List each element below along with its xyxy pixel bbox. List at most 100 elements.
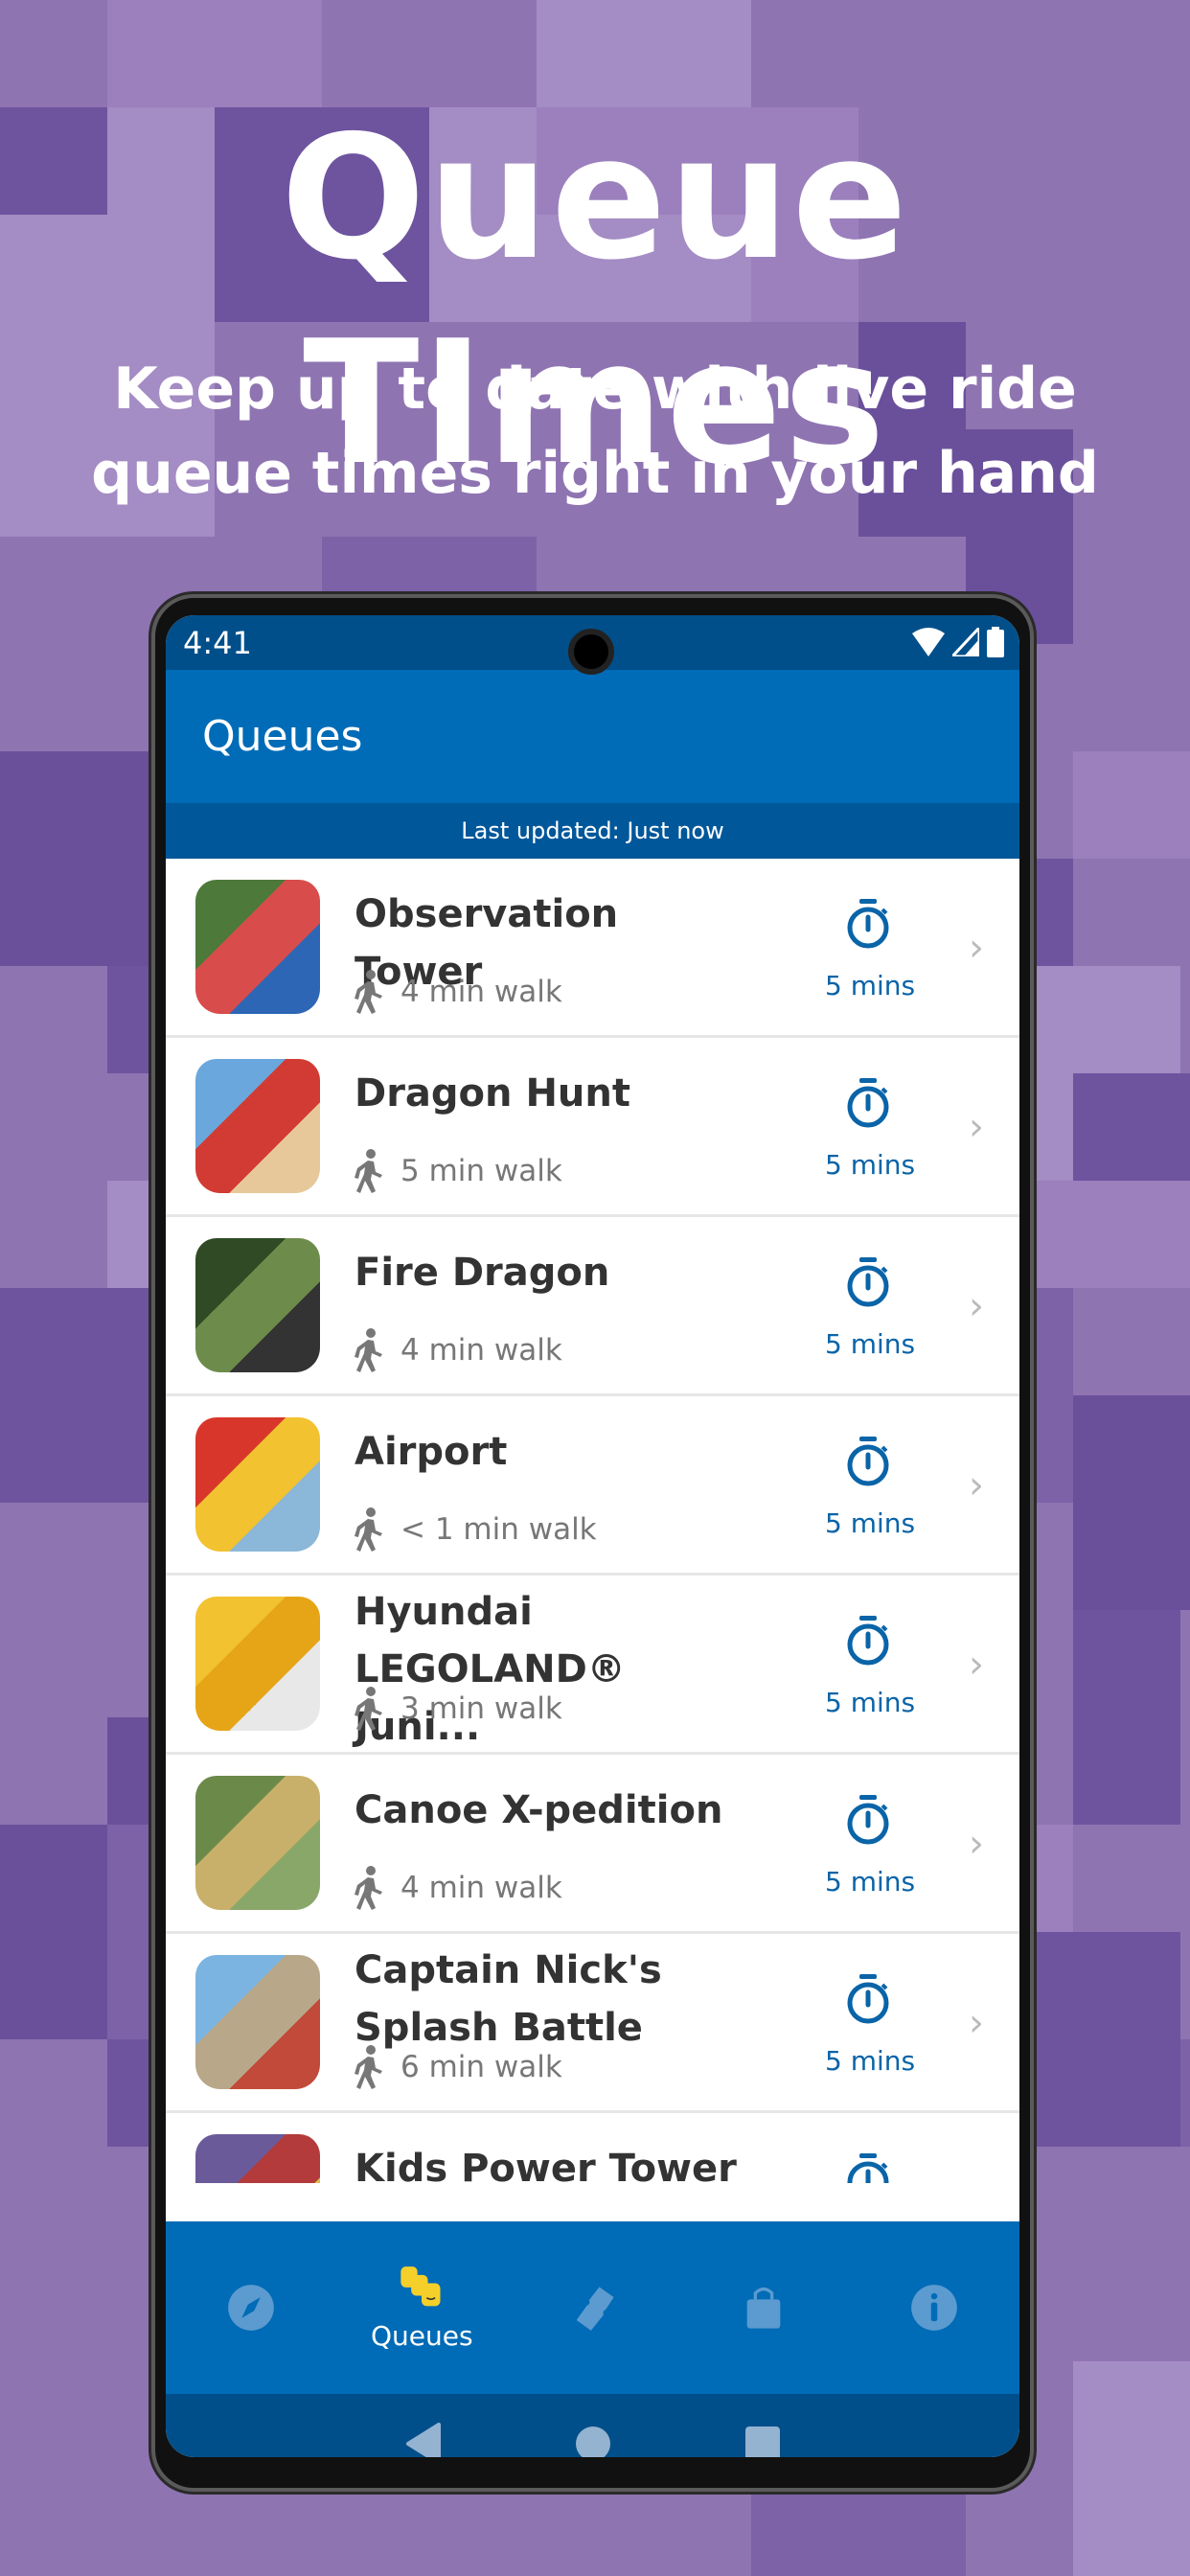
walking-person-icon [355,1866,382,1910]
phone-screen: 4:41 Queues Last updated: Just now Obser… [166,615,1019,2457]
ride-thumbnail [195,1059,320,1193]
wait-time-text: 5 mins [825,1687,916,1718]
nav-item-ticket[interactable] [507,2221,677,2394]
wait-time-text: 5 mins [825,1328,916,1360]
walking-person-icon [355,2045,382,2089]
ride-row[interactable]: Hyundai LEGOLAND® Juni... 3 min walk 5 m… [166,1576,1019,1755]
last-updated-banner: Last updated: Just now [166,803,1019,859]
walk-time-text: 4 min walk [400,1871,562,1905]
stopwatch-icon [847,2153,889,2183]
walk-time-text: 3 min walk [400,1691,562,1726]
wait-time: 5 mins [825,1616,916,1718]
ride-thumbnail [195,1238,320,1372]
background-block [1073,1395,1190,1610]
stopwatch-icon [847,1078,889,1128]
app-bar: Queues [166,670,1019,803]
ride-name: Dragon Hunt [355,1071,630,1116]
chevron-right-icon: › [969,1463,984,1507]
background-block [1073,1073,1190,1181]
stopwatch-icon [847,1795,889,1845]
walking-person-icon [355,1507,382,1552]
wait-time-text: 5 mins [825,1866,916,1898]
ride-thumbnail [195,1597,320,1731]
walk-time: 4 min walk [355,1328,562,1372]
ride-name: Captain Nick's Splash Battle [355,1948,662,2050]
system-navigation-bar [166,2394,1019,2457]
ride-thumbnail [195,1776,320,1910]
camera-cutout [568,629,614,675]
walk-time: 4 min walk [355,970,562,1014]
chevron-right-icon: › [969,1105,984,1149]
ride-row[interactable]: Canoe X-pedition 4 min walk 5 mins › [166,1755,1019,1934]
chevron-right-icon: › [969,1822,984,1866]
ride-row[interactable]: Fire Dragon 4 min walk 5 mins › [166,1217,1019,1396]
background-block [107,0,322,107]
lego-heads-icon [400,2266,441,2306]
hero-subtitle: Keep up to date with live ride queue tim… [0,347,1190,516]
wait-time-text: 5 mins [825,1507,916,1539]
wait-time [825,2153,911,2183]
status-bar: 4:41 [166,615,1019,675]
home-icon[interactable] [575,2426,611,2457]
ride-row[interactable]: Observation Tower 4 min walk 5 mins › [166,859,1019,1038]
walking-person-icon [355,1149,382,1193]
walking-person-icon [355,970,382,1014]
stopwatch-icon [847,1974,889,2024]
walk-time-text: 4 min walk [400,975,562,1009]
walk-time-text: 5 min walk [400,1154,562,1188]
walk-time-text: 6 min walk [400,2050,562,2084]
hero-subtitle-line: queue times right in your hand [91,440,1099,507]
ride-thumbnail [195,1417,320,1552]
ride-thumbnail [195,880,320,1014]
walking-person-icon [355,1687,382,1731]
walk-time: < 1 min walk [355,1507,597,1552]
wait-time: 5 mins [825,899,916,1001]
info-icon [911,2285,957,2331]
ride-name: Airport [355,1430,508,1474]
background-block [537,0,751,107]
ride-row[interactable]: Dragon Hunt 5 min walk 5 mins › [166,1038,1019,1217]
walk-time-text: < 1 min walk [400,1512,597,1547]
ride-row[interactable]: Captain Nick's Splash Battle 6 min walk … [166,1934,1019,2113]
walk-time-text: 4 min walk [400,1333,562,1368]
nav-item-info[interactable] [849,2221,1019,2394]
wifi-icon [912,628,945,656]
ride-thumbnail [195,1955,320,2089]
queue-list[interactable]: Observation Tower 4 min walk 5 mins › Dr… [166,859,1019,2183]
recents-icon[interactable] [744,2426,781,2457]
stopwatch-icon [847,899,889,949]
wait-time-text: 5 mins [825,970,916,1001]
nav-item-shopping-bag[interactable] [678,2221,849,2394]
walk-time: 6 min walk [355,2045,562,2089]
chevron-right-icon: › [969,1643,984,1687]
nav-item-compass[interactable] [166,2221,336,2394]
back-icon[interactable] [404,2423,443,2457]
ride-thumbnail [195,2134,320,2183]
ticket-icon [576,2287,614,2331]
hero-subtitle-line: Keep up to date with live ride [113,356,1077,423]
wait-time-text: 5 mins [825,2045,916,2077]
chevron-right-icon: › [969,2180,984,2183]
ride-row[interactable]: Kids Power Tower › [166,2113,1019,2183]
nav-item-lego-heads[interactable]: Queues [336,2221,507,2394]
nav-item-label: Queues [371,2319,473,2352]
app-bar-title: Queues [202,712,363,761]
background-block [1073,751,1190,859]
walk-time: 5 min walk [355,1149,562,1193]
wait-time: 5 mins [825,1078,915,1181]
stopwatch-icon [847,1616,889,1666]
ride-name: Kids Power Tower [355,2147,737,2183]
walk-time: 3 min walk [355,1687,562,1731]
wait-time: 5 mins [825,1437,916,1539]
compass-icon [228,2285,274,2331]
shopping-bag-icon [746,2287,781,2329]
wait-time: 5 mins [825,1974,916,2077]
background-block [1073,2361,1190,2576]
phone-frame: 4:41 Queues Last updated: Just now Obser… [151,594,1034,2492]
ride-name: Fire Dragon [355,1251,610,1295]
battery-icon [987,627,1004,657]
stopwatch-icon [847,1437,889,1486]
stopwatch-icon [847,1257,889,1307]
bottom-navigation: Queues [166,2221,1019,2394]
ride-row[interactable]: Airport < 1 min walk 5 mins › [166,1396,1019,1576]
